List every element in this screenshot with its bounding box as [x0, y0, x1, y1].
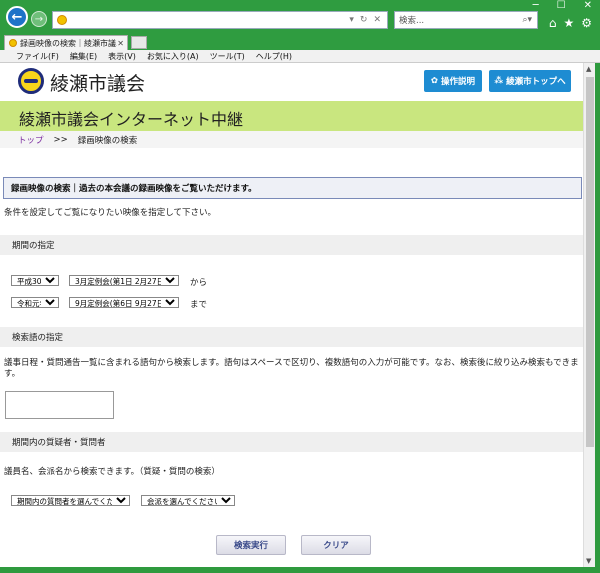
city-emblem-icon [18, 68, 44, 94]
menu-favorites[interactable]: お気に入り(A) [147, 51, 199, 62]
clear-button[interactable]: クリア [301, 535, 371, 555]
address-bar[interactable]: ▾ ↻ ✕ [52, 11, 388, 29]
from-era-select[interactable]: 平成30年 [11, 275, 59, 286]
search-icon[interactable]: ⌕▾ [522, 15, 532, 25]
browser-window: ← → ▾ ↻ ✕ 検索... ⌕▾ ─ ☐ ✕ ⌂ ★ ⚙ 録画映像の検索｜綾… [0, 0, 600, 573]
from-label: から [190, 278, 208, 288]
browser-toolbar-icons: ⌂ ★ ⚙ [549, 16, 592, 30]
forward-button[interactable]: → [31, 11, 47, 27]
tab-active[interactable]: 録画映像の検索｜綾瀬市議... ✕ [4, 35, 128, 50]
gear-icon[interactable]: ⚙ [581, 16, 592, 30]
speaker-section-title: 期間内の質疑者・質問者 [0, 432, 583, 452]
home-icon[interactable]: ⌂ [549, 16, 557, 30]
scroll-down-icon[interactable]: ▼ [586, 557, 591, 565]
tab-title: 録画映像の検索｜綾瀬市議... [20, 38, 118, 48]
menu-view[interactable]: 表示(V) [108, 51, 136, 62]
scroll-up-icon[interactable]: ▲ [586, 65, 591, 73]
vertical-scrollbar[interactable]: ▲ ▼ [583, 63, 595, 567]
window-frame-bottom [0, 567, 600, 573]
gear-icon: ✿ [430, 76, 439, 86]
site-header: 綾瀬市議会 ✿ 操作説明 ⁂ 綾瀬市トップへ [0, 63, 583, 103]
speaker-description: 議員名、会派名から検索できます。（質疑・質問の検索） [4, 467, 220, 477]
city-top-button[interactable]: ⁂ 綾瀬市トップへ [489, 70, 571, 92]
scrollbar-thumb[interactable] [586, 77, 594, 447]
page-viewport: 綾瀬市議会 ✿ 操作説明 ⁂ 綾瀬市トップへ 綾瀬市議会インターネット中継 トッ… [0, 63, 583, 567]
search-execute-button[interactable]: 検索実行 [216, 535, 286, 555]
site-favicon-icon [57, 15, 67, 25]
breadcrumb-separator: >> [53, 134, 68, 145]
people-icon: ⁂ [494, 76, 504, 86]
menu-tools[interactable]: ツール(T) [210, 51, 245, 62]
party-select[interactable]: 会派を選んでください [141, 495, 235, 506]
period-section-title: 期間の指定 [0, 235, 583, 255]
back-button[interactable]: ← [6, 6, 28, 28]
tab-close-icon[interactable]: ✕ [117, 39, 124, 48]
breadcrumb-top-link[interactable]: トップ [18, 134, 44, 146]
banner-title: 綾瀬市議会インターネット中継 [19, 110, 244, 129]
minimize-icon[interactable]: ─ [533, 0, 539, 11]
search-intro: 条件を設定してご覧になりたい映像を指定して下さい。 [4, 208, 216, 218]
breadcrumb: トップ >> 録画映像の検索 [0, 131, 583, 148]
browser-search-box[interactable]: 検索... ⌕▾ [394, 11, 538, 29]
from-session-select[interactable]: 3月定例会(第1日 2月27日) [69, 275, 179, 286]
window-close-icon[interactable]: ✕ [584, 0, 592, 11]
menu-file[interactable]: ファイル(F) [16, 51, 59, 62]
tab-favicon-icon [9, 39, 17, 47]
title-banner: 綾瀬市議会インターネット中継 [0, 101, 583, 131]
keyword-description: 議事日程・質問通告一覧に含まれる語句から検索します。語句はスペースで区切り、複数… [4, 358, 579, 379]
close-icon[interactable]: ✕ [373, 15, 381, 25]
to-era-select[interactable]: 令和元年 [11, 297, 59, 308]
menu-edit[interactable]: 編集(E) [70, 51, 97, 62]
to-label: まで [190, 300, 208, 310]
manual-button-label: 操作説明 [441, 77, 476, 87]
dropdown-icon[interactable]: ▾ [349, 15, 354, 25]
maximize-icon[interactable]: ☐ [557, 0, 566, 11]
window-frame-right [595, 63, 600, 567]
breadcrumb-current: 録画映像の検索 [77, 135, 138, 146]
new-tab-button[interactable] [131, 36, 147, 49]
search-heading: 録画映像の検索｜過去の本会議の録画映像をご覧いただけます。 [3, 177, 582, 199]
keyword-section-title: 検索語の指定 [0, 327, 583, 347]
site-logo-text[interactable]: 綾瀬市議会 [50, 69, 145, 96]
to-session-select[interactable]: 9月定例会(第6日 9月27日) [69, 297, 179, 308]
speaker-select[interactable]: 期間内の質問者を選んでください [11, 495, 130, 506]
manual-button[interactable]: ✿ 操作説明 [424, 70, 482, 92]
search-placeholder: 検索... [399, 16, 425, 26]
menu-help[interactable]: ヘルプ(H) [256, 51, 292, 62]
city-top-button-label: 綾瀬市トップへ [506, 77, 566, 87]
tab-bar: 録画映像の検索｜綾瀬市議... ✕ [0, 34, 600, 50]
menu-bar: ファイル(F) 編集(E) 表示(V) お気に入り(A) ツール(T) ヘルプ(… [0, 50, 600, 63]
keyword-input[interactable] [5, 391, 114, 419]
refresh-icon[interactable]: ↻ [360, 15, 368, 25]
window-controls: ─ ☐ ✕ [533, 0, 592, 11]
favorites-star-icon[interactable]: ★ [563, 16, 574, 30]
browser-titlebar: ← → ▾ ↻ ✕ 検索... ⌕▾ ─ ☐ ✕ ⌂ ★ ⚙ [0, 0, 600, 34]
